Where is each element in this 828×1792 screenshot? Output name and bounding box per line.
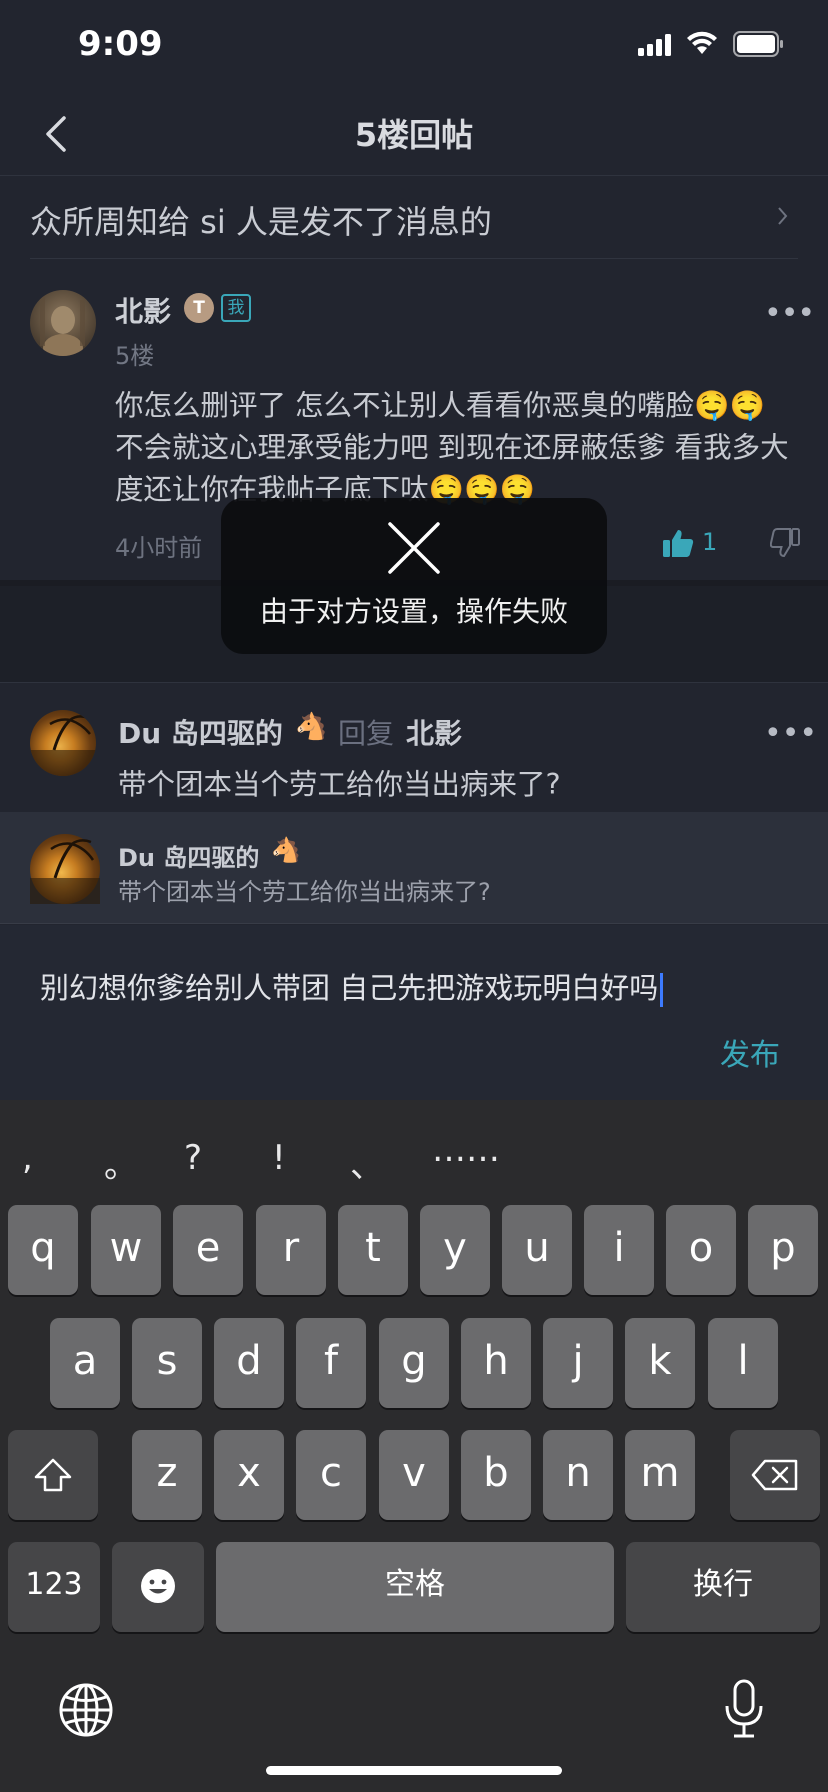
keyboard: , 。 ? ! 、 …… q w e r t y u i o p a s d f… [0,1100,828,1792]
shift-key[interactable] [8,1430,98,1520]
chevron-right-icon [778,207,788,225]
wifi-icon [687,31,717,54]
key-y[interactable]: y [420,1205,490,1295]
text-caret [660,973,664,1007]
avatar[interactable] [30,290,96,356]
reply-verb: 回复 [338,717,395,750]
emoji-icon [141,1569,175,1603]
reply-body: 带个团本当个劳工给你当出病来了? [118,768,561,801]
backspace-icon [751,1459,798,1491]
error-toast: 由于对方设置，操作失败 [221,498,607,654]
status-bar: 9:09 [0,0,828,92]
key-j[interactable]: j [543,1318,613,1408]
divider [30,258,798,259]
punct-key-dun[interactable]: 、 [350,1138,384,1187]
key-s[interactable]: s [132,1318,202,1408]
more-options-button[interactable]: ••• [764,296,815,331]
numbers-key[interactable]: 123 [8,1542,100,1632]
post-body: 你怎么删评了 怎么不让别人看看你恶臭的嘴脸🤤🤤 不会就这心理承受能力吧 到现在还… [115,389,789,506]
compose-area: 别幻想你爹给别人带团 自己先把游戏玩明白好吗 发布 [0,925,828,1100]
horse-emoji: 🐴 [271,836,301,864]
like-count: 1 [702,528,718,556]
avatar-image [40,296,85,356]
punct-key-question[interactable]: ? [184,1138,202,1178]
return-key[interactable]: 换行 [626,1542,820,1632]
quoted-author-name: Du 岛四驱的 [118,844,260,872]
quoted-reply: Du 岛四驱的 🐴 带个团本当个劳工给你当出病来了? [0,812,828,924]
avatar-image [30,715,96,776]
key-c[interactable]: c [296,1430,366,1520]
quoted-text: 带个团本当个劳工给你当出病来了? [118,878,491,906]
level-badge: T [184,293,214,323]
key-v[interactable]: v [379,1430,449,1520]
key-f[interactable]: f [296,1318,366,1408]
punct-key-exclaim[interactable]: ! [272,1138,286,1178]
key-x[interactable]: x [214,1430,284,1520]
key-t[interactable]: t [338,1205,408,1295]
key-m[interactable]: m [625,1430,695,1520]
back-chevron-icon [46,116,66,152]
post-floor: 5楼 [115,342,155,370]
key-o[interactable]: o [666,1205,736,1295]
key-r[interactable]: r [256,1205,326,1295]
key-u[interactable]: u [502,1205,572,1295]
back-button[interactable] [40,106,90,162]
post-time: 4小时前 [115,534,203,562]
nav-bar: 5楼回帖 [0,92,828,176]
reply-input-text: 别幻想你爹给别人带团 自己先把游戏玩明白好吗 [40,971,659,1005]
globe-icon[interactable] [58,1682,114,1738]
divider [0,682,828,683]
punct-key-ellipsis[interactable]: …… [432,1130,500,1170]
key-z[interactable]: z [132,1430,202,1520]
key-d[interactable]: d [214,1318,284,1408]
key-l[interactable]: l [708,1318,778,1408]
me-badge: 我 [221,294,251,322]
toast-message: 由于对方设置，操作失败 [259,595,568,628]
home-indicator [266,1766,562,1775]
close-x-icon [388,522,440,574]
key-e[interactable]: e [173,1205,243,1295]
reply-author-name[interactable]: Du 岛四驱的 [118,712,283,752]
page-title: 5楼回帖 [354,116,474,154]
punct-key-period[interactable]: 。 [104,1138,138,1187]
punct-key-comma[interactable]: , [22,1138,33,1178]
key-h[interactable]: h [461,1318,531,1408]
battery-icon [733,31,783,57]
microphone-icon[interactable] [722,1678,766,1740]
shift-icon [34,1458,72,1492]
key-n[interactable]: n [543,1430,613,1520]
key-i[interactable]: i [584,1205,654,1295]
key-p[interactable]: p [748,1205,818,1295]
avatar [30,834,100,904]
avatar[interactable] [30,710,96,776]
thread-title: 众所周知给 si 人是发不了消息的 [30,203,492,241]
thumbs-down-icon[interactable] [770,528,800,558]
post-author-name[interactable]: 北影 [115,290,171,330]
more-options-button[interactable]: ••• [764,716,817,751]
key-k[interactable]: k [625,1318,695,1408]
publish-button[interactable]: 发布 [720,1030,780,1074]
space-key[interactable]: 空格 [216,1542,614,1632]
thumbs-up-icon[interactable] [662,528,694,558]
thread-link[interactable]: 众所周知给 si 人是发不了消息的 [0,177,828,259]
status-time: 9:09 [78,24,163,64]
key-b[interactable]: b [461,1430,531,1520]
reply-target-name[interactable]: 北影 [406,712,462,752]
reply-input[interactable]: 别幻想你爹给别人带团 自己先把游戏玩明白好吗 [40,965,664,1007]
key-q[interactable]: q [8,1205,78,1295]
horse-emoji: 🐴 [295,712,328,742]
emoji-key[interactable] [112,1542,204,1632]
key-w[interactable]: w [91,1205,161,1295]
backspace-key[interactable] [730,1430,820,1520]
avatar-image [30,839,100,904]
signal-icon [638,34,671,56]
key-a[interactable]: a [50,1318,120,1408]
key-g[interactable]: g [379,1318,449,1408]
